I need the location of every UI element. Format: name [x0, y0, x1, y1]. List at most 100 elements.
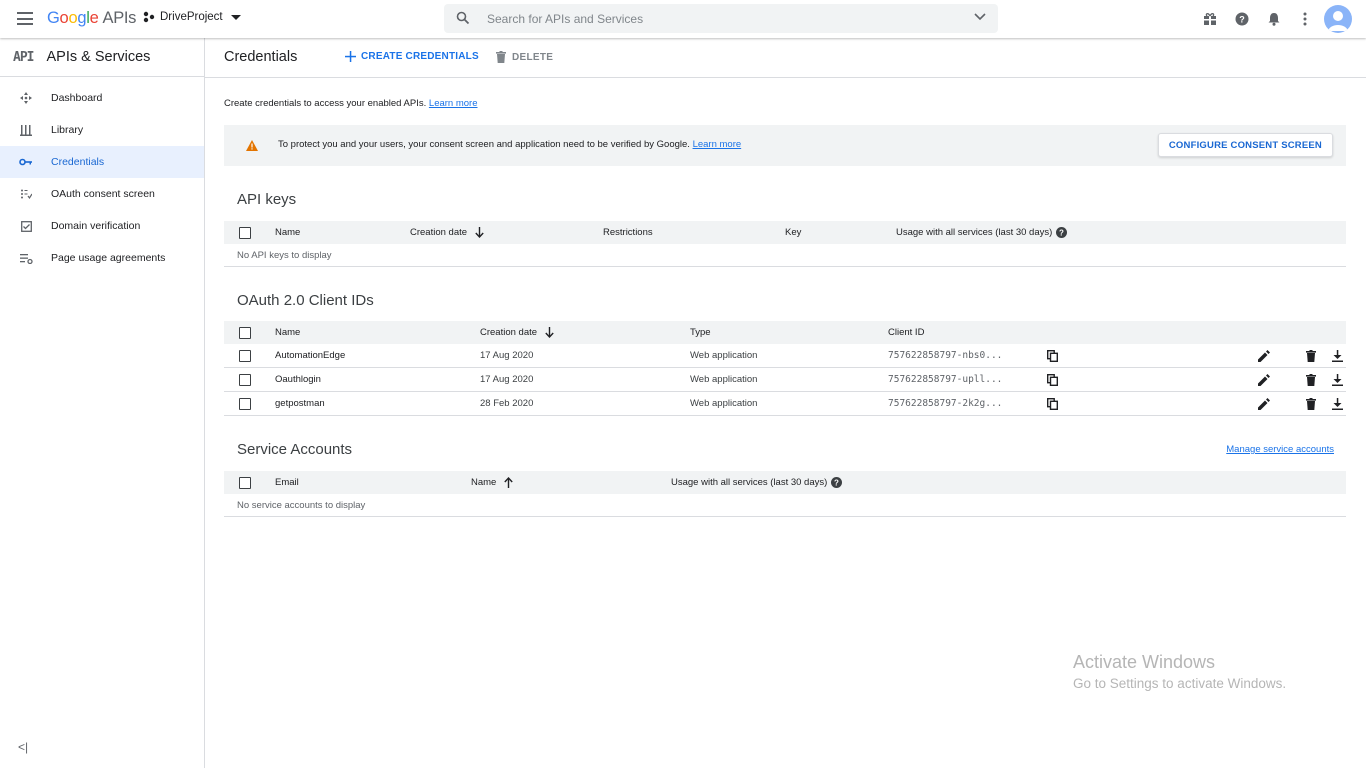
person-icon [1328, 11, 1348, 31]
column-header-type[interactable]: Type [690, 321, 711, 344]
client-creation-date: 17 Aug 2020 [480, 374, 534, 385]
top-app-bar: GoogleAPIs DriveProject ? [0, 0, 1366, 38]
client-name[interactable]: AutomationEdge [275, 344, 345, 367]
svg-text:?: ? [1059, 229, 1064, 238]
select-all-checkbox[interactable] [239, 326, 251, 339]
verification-banner: To protect you and your users, your cons… [224, 125, 1346, 166]
row-checkbox[interactable] [239, 373, 251, 386]
project-dots-icon [143, 11, 155, 23]
key-icon [19, 157, 33, 167]
trash-icon[interactable] [1306, 368, 1316, 391]
add-icon [345, 51, 356, 62]
search-bar[interactable] [444, 4, 998, 33]
chevron-down-icon[interactable] [974, 13, 986, 21]
row-checkbox[interactable] [239, 349, 251, 362]
google-wordmark: Google [47, 9, 99, 27]
client-name[interactable]: Oauthlogin [275, 368, 321, 391]
library-icon [19, 124, 33, 136]
more-vert-icon[interactable] [1297, 11, 1313, 27]
column-header-name[interactable]: Name [471, 471, 514, 494]
consent-icon [19, 188, 33, 200]
collapse-sidebar-icon[interactable]: <| [18, 740, 28, 754]
column-header-client-id[interactable]: Client ID [888, 321, 924, 344]
table-header: Name Creation date Type Client ID [224, 321, 1346, 344]
sidebar-item-library[interactable]: Library [0, 114, 204, 146]
watermark-subtitle: Go to Settings to activate Windows. [1073, 676, 1287, 691]
column-header-creation-date[interactable]: Creation date [410, 221, 484, 244]
service-accounts-title: Service Accounts [237, 441, 353, 458]
sidebar-item-page-usage-agreements[interactable]: Page usage agreements [0, 242, 204, 274]
google-apis-logo[interactable]: Google APIs [47, 9, 136, 28]
api-badge: API [13, 49, 35, 65]
sidebar-title: APIs & Services [46, 49, 151, 65]
column-header-name[interactable]: Name [275, 321, 300, 344]
sidebar-item-oauth-consent[interactable]: OAuth consent screen [0, 178, 204, 210]
table-header: Name Creation date Restrictions Key Usag… [224, 221, 1346, 244]
download-icon[interactable] [1332, 344, 1343, 367]
search-input[interactable] [487, 8, 957, 29]
trash-icon[interactable] [1306, 344, 1316, 367]
client-name[interactable]: getpostman [275, 392, 325, 415]
edit-icon[interactable] [1258, 392, 1270, 415]
sidebar-header: API APIs & Services [0, 38, 204, 77]
download-icon[interactable] [1332, 368, 1343, 391]
sidebar-item-label: Library [51, 124, 84, 136]
oauth-client-table: Name Creation date Type Client ID Automa… [224, 321, 1346, 416]
copy-icon[interactable] [1047, 344, 1058, 367]
account-avatar[interactable] [1324, 5, 1352, 33]
delete-button[interactable]: DELETE [496, 51, 553, 63]
project-selector[interactable]: DriveProject [143, 11, 241, 23]
column-header-name[interactable]: Name [275, 221, 300, 244]
help-icon[interactable]: ? [1056, 227, 1068, 238]
intro-learn-more-link[interactable]: Learn more [429, 98, 478, 109]
sidebar-item-label: Credentials [51, 156, 105, 168]
project-name: DriveProject [160, 11, 223, 23]
client-type: Web application [690, 350, 758, 361]
column-header-key[interactable]: Key [785, 221, 801, 244]
hamburger-menu-icon[interactable] [17, 12, 33, 25]
edit-icon[interactable] [1258, 368, 1270, 391]
column-header-label: Name [471, 477, 497, 488]
banner-text: To protect you and your users, your cons… [278, 139, 690, 150]
configure-consent-screen-button[interactable]: CONFIGURE CONSENT SCREEN [1157, 133, 1333, 157]
dashboard-icon [19, 92, 33, 104]
create-credentials-button[interactable]: CREATE CREDENTIALS [345, 51, 479, 62]
client-creation-date: 28 Feb 2020 [480, 398, 534, 409]
column-header-label: Creation date [410, 227, 468, 238]
select-all-checkbox[interactable] [239, 476, 251, 489]
arrow-down-icon [475, 227, 484, 238]
checkbox-icon [19, 220, 33, 232]
sidebar-item-credentials[interactable]: Credentials [0, 146, 204, 178]
sidebar-item-domain-verification[interactable]: Domain verification [0, 210, 204, 242]
download-icon[interactable] [1332, 392, 1343, 415]
column-header-label: Creation date [480, 327, 538, 338]
column-header-usage[interactable]: Usage with all services (last 30 days) ? [896, 221, 1068, 244]
column-header-restrictions[interactable]: Restrictions [603, 221, 653, 244]
help-icon[interactable]: ? [1234, 11, 1250, 27]
notifications-icon[interactable] [1266, 11, 1282, 27]
help-icon[interactable]: ? [831, 477, 843, 488]
sidebar: API APIs & Services Dashboard Library Cr… [0, 38, 205, 768]
copy-icon[interactable] [1047, 368, 1058, 391]
column-header-creation-date[interactable]: Creation date [480, 321, 554, 344]
client-type: Web application [690, 374, 758, 385]
row-checkbox[interactable] [239, 397, 251, 410]
copy-icon[interactable] [1047, 392, 1058, 415]
banner-learn-more-link[interactable]: Learn more [693, 139, 742, 150]
gift-icon[interactable] [1202, 11, 1218, 27]
trash-icon[interactable] [1306, 392, 1316, 415]
empty-state-text: No service accounts to display [224, 494, 1346, 517]
intro-text-body: Create credentials to access your enable… [224, 98, 427, 109]
sidebar-item-dashboard[interactable]: Dashboard [0, 82, 204, 114]
column-header-email[interactable]: Email [275, 471, 299, 494]
arrow-up-icon [504, 477, 514, 488]
manage-service-accounts-link[interactable]: Manage service accounts [1226, 444, 1334, 455]
table-row[interactable]: Oauthlogin 17 Aug 2020 Web application 7… [224, 368, 1346, 392]
column-header-usage[interactable]: Usage with all services (last 30 days) ? [671, 471, 843, 494]
table-row[interactable]: AutomationEdge 17 Aug 2020 Web applicati… [224, 344, 1346, 368]
table-header: Email Name Usage with all services (last… [224, 471, 1346, 494]
column-header-label: Usage with all services (last 30 days) [896, 227, 1053, 238]
edit-icon[interactable] [1258, 344, 1270, 367]
table-row[interactable]: getpostman 28 Feb 2020 Web application 7… [224, 392, 1346, 416]
select-all-checkbox[interactable] [239, 226, 251, 239]
